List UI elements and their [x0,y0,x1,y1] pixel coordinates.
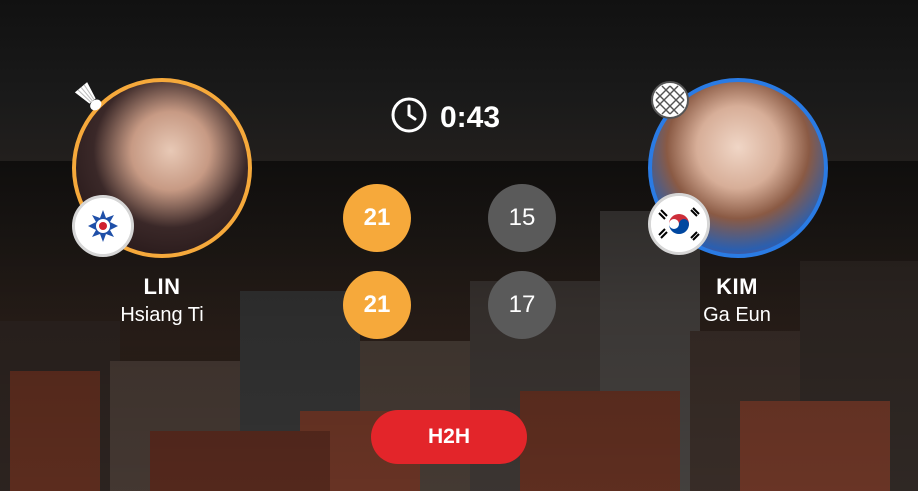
player1-name[interactable]: LIN Hsiang Ti [62,274,262,327]
timer-value: 0:43 [440,100,501,134]
shuttlecock-icon [72,80,108,116]
racket-icon [650,80,689,119]
game2-player1-score: 21 [343,271,411,339]
player1-last-name: LIN [143,274,181,299]
player2-card[interactable] [648,78,828,258]
player2-name[interactable]: KIM Ga Eun [637,274,837,327]
chinese-taipei-flag-icon [72,195,134,257]
h2h-button[interactable]: H2H [371,410,527,464]
player2-first-name: Ga Eun [703,304,771,326]
player2-last-name: KIM [716,274,758,299]
game1-player1-score: 21 [343,184,411,252]
game1-player2-score: 15 [488,184,556,252]
player1-first-name: Hsiang Ti [120,304,204,326]
game2-player2-score: 17 [488,271,556,339]
player1-card[interactable] [72,78,252,258]
match-card: LIN Hsiang Ti KIM Ga Eun 0:43 21 15 21 1… [0,0,918,491]
south-korea-flag-icon [648,193,710,255]
clock-icon [390,96,428,139]
match-timer: 0:43 [390,96,500,139]
